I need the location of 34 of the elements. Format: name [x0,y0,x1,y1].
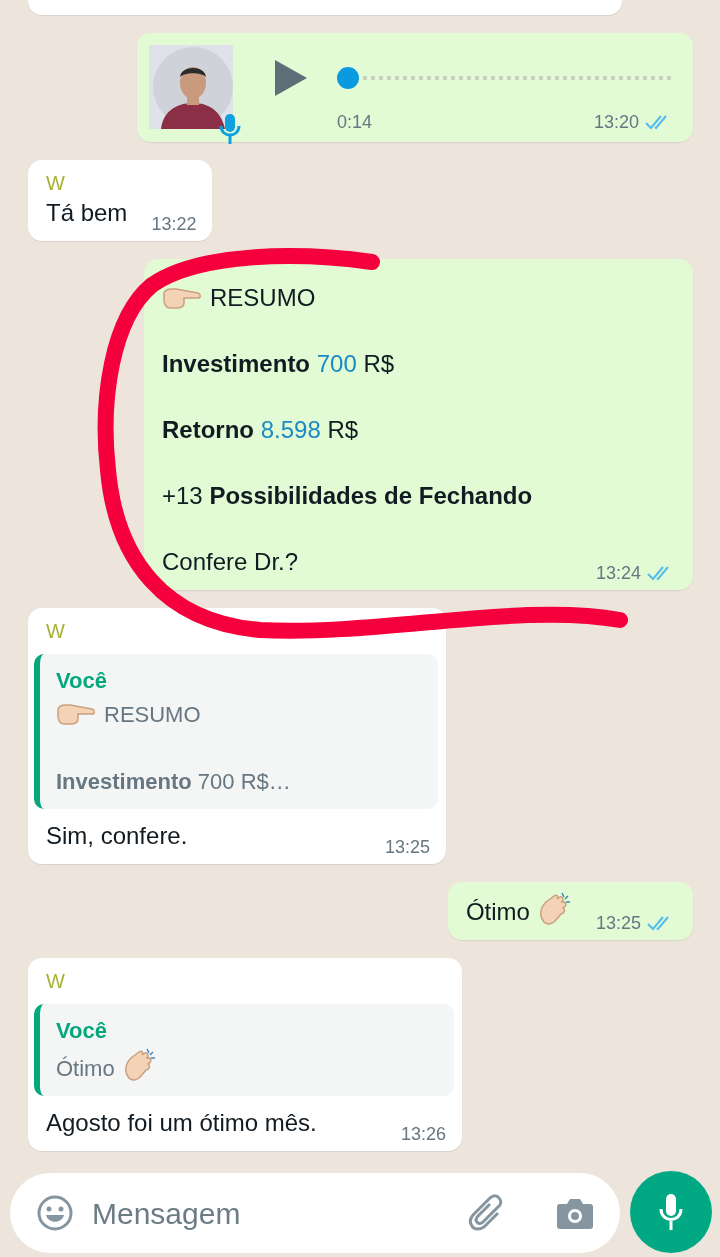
play-icon[interactable] [273,58,309,98]
microphone-icon [219,113,241,145]
message-text: +13 Possibilidades de Fechando [162,481,534,511]
message-time: 13:25 [595,912,641,934]
message-text: Sim, confere. [46,821,188,851]
message-text: Tá bem [46,198,128,228]
message-time: 13:25 [384,836,430,858]
message-time: 13:20 [593,111,639,133]
message-text: RESUMO [162,281,677,314]
quote-text: RESUMO [56,698,422,732]
microphone-icon [658,1193,684,1231]
pointing-hand-icon [162,286,202,310]
message-text: Confere Dr.? [162,547,299,577]
sender-name: W [46,969,66,994]
message-input[interactable]: Mensagem [90,1189,420,1237]
message-text: Retorno 8.598 R$ [162,415,360,445]
message-time: 13:26 [400,1123,446,1145]
pointing-hand-icon [56,702,96,726]
sender-name: W [46,619,66,644]
sender-name: W [46,171,66,196]
quote-author: Você [56,667,108,695]
message-field[interactable]: Mensagem [10,1173,620,1253]
audio-duration: 0:14 [337,111,373,133]
quote-author: Você [56,1017,108,1045]
message-time: 13:24 [595,562,641,584]
message-text: Investimento 700 R$ [162,349,396,379]
quote-text: Ótimo [56,1048,438,1086]
message-time: 13:22 [151,213,197,235]
message-text: Ótimo [465,892,572,928]
emoji-icon[interactable] [36,1194,74,1232]
quote-text: Investimento 700 R$… [56,768,292,796]
progress-thumb[interactable] [337,67,359,89]
camera-icon[interactable] [556,1196,594,1230]
message-text: Agosto foi um ótimo mês. [46,1108,317,1138]
